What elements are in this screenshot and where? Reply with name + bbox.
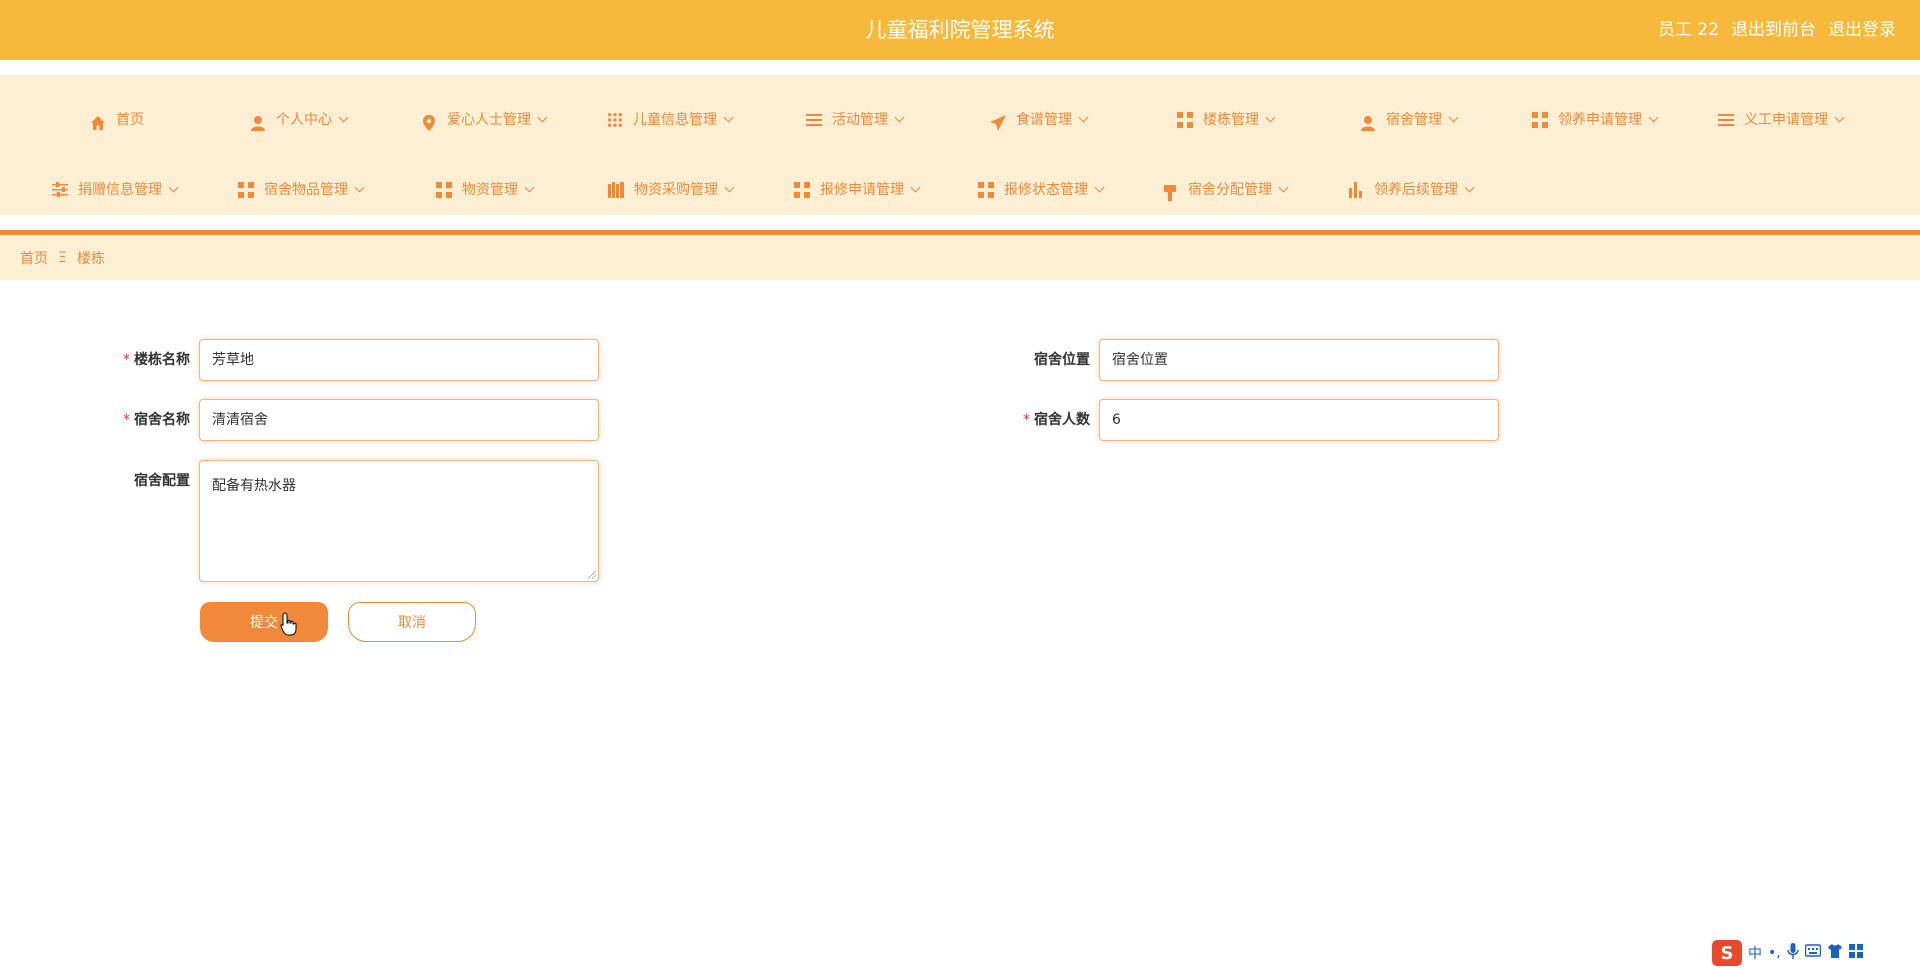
nav-item-adoption-followup[interactable]: 领养后续管理 bbox=[1348, 175, 1475, 205]
nav-item-donation-info[interactable]: 捐赠信息管理 bbox=[52, 175, 179, 205]
chevron-down-icon bbox=[1648, 112, 1659, 123]
sogou-logo-icon[interactable]: S bbox=[1712, 940, 1742, 966]
grid-icon bbox=[794, 182, 810, 198]
chevron-down-icon bbox=[724, 182, 735, 193]
bar-chart-icon bbox=[1348, 182, 1364, 198]
grid-icon bbox=[238, 182, 254, 198]
nav-item-personal-center[interactable]: 个人中心 bbox=[250, 105, 349, 135]
nav-item-volunteer-application[interactable]: 义工申请管理 bbox=[1718, 105, 1845, 135]
exit-to-front-link[interactable]: 退出到前台 bbox=[1731, 0, 1816, 60]
chevron-down-icon bbox=[1094, 182, 1105, 193]
dorm-capacity-input[interactable]: 6 bbox=[1099, 399, 1499, 441]
grid-icon bbox=[1532, 112, 1548, 128]
columns-icon bbox=[608, 182, 624, 198]
building-name-input[interactable]: 芳草地 bbox=[199, 339, 599, 381]
user-icon bbox=[1360, 112, 1376, 131]
nav-item-home[interactable]: 首页 bbox=[90, 105, 144, 135]
chevron-down-icon bbox=[338, 112, 349, 123]
send-icon bbox=[990, 112, 1006, 131]
dorm-capacity-label: * 宿舍人数 bbox=[1023, 412, 1090, 428]
resize-handle-icon[interactable] bbox=[588, 571, 596, 579]
nav-item-repair-application[interactable]: 报修申请管理 bbox=[794, 175, 921, 205]
hand-cursor-icon bbox=[280, 612, 298, 640]
chevron-down-icon bbox=[537, 112, 548, 123]
nav-item-supply-purchase[interactable]: 物资采购管理 bbox=[608, 175, 735, 205]
list-icon bbox=[1718, 112, 1734, 128]
ime-toolbar: S 中 •, bbox=[1712, 940, 1863, 966]
ime-mode[interactable]: 中 bbox=[1748, 943, 1762, 963]
dorm-name-input[interactable]: 清清宿舍 bbox=[199, 399, 599, 441]
nav-item-dorm-allocation[interactable]: 宿舍分配管理 bbox=[1162, 175, 1289, 205]
grid-icon bbox=[436, 182, 452, 198]
dorm-config-label: 宿舍配置 bbox=[134, 473, 190, 489]
building-name-label: * 楼栋名称 bbox=[123, 352, 190, 368]
sliders-icon bbox=[52, 182, 68, 198]
chevron-down-icon bbox=[168, 182, 179, 193]
chevron-down-icon bbox=[354, 182, 365, 193]
ime-punctuation[interactable]: •, bbox=[1768, 945, 1781, 961]
dorm-config-textarea[interactable]: 配备有热水器 bbox=[199, 460, 599, 582]
chevron-down-icon bbox=[1464, 182, 1475, 193]
app-title: 儿童福利院管理系统 bbox=[865, 18, 1055, 42]
top-header: 儿童福利院管理系统 员工 22 退出到前台 退出登录 bbox=[0, 0, 1920, 60]
nav-item-adoption-application[interactable]: 领养申请管理 bbox=[1532, 105, 1659, 135]
nav-item-supplies[interactable]: 物资管理 bbox=[436, 175, 535, 205]
chevron-down-icon bbox=[1278, 182, 1289, 193]
skin-shirt-icon[interactable] bbox=[1827, 944, 1843, 962]
header-actions: 员工 22 退出到前台 退出登录 bbox=[1658, 0, 1896, 60]
dorm-location-input[interactable]: 宿舍位置 bbox=[1099, 339, 1499, 381]
nav-item-donor-management[interactable]: 爱心人士管理 bbox=[421, 105, 548, 135]
grid-dots-icon bbox=[607, 112, 623, 128]
nav-item-recipe-management[interactable]: 食谱管理 bbox=[990, 105, 1089, 135]
chevron-down-icon bbox=[910, 182, 921, 193]
grid-icon bbox=[978, 182, 994, 198]
current-user: 员工 22 bbox=[1657, 20, 1719, 40]
main-nav: 首页 个人中心 爱心人士管理 儿童信息管理 活动管理 食谱管理 楼栋管理 宿舍管… bbox=[0, 75, 1920, 215]
toolbox-grid-icon[interactable] bbox=[1848, 944, 1863, 962]
nav-item-repair-status[interactable]: 报修状态管理 bbox=[978, 175, 1105, 205]
breadcrumb-separator: Ξ bbox=[58, 249, 67, 266]
chevron-down-icon bbox=[1265, 112, 1276, 123]
nav-item-building-management[interactable]: 楼栋管理 bbox=[1177, 105, 1276, 135]
chevron-down-icon bbox=[524, 182, 535, 193]
nav-item-children-info[interactable]: 儿童信息管理 bbox=[607, 105, 734, 135]
breadcrumb: 首页 Ξ 楼栋 bbox=[0, 235, 1920, 280]
chevron-down-icon bbox=[894, 112, 905, 123]
logout-link[interactable]: 退出登录 bbox=[1828, 0, 1896, 60]
nav-item-dorm-management[interactable]: 宿舍管理 bbox=[1360, 105, 1459, 135]
list-icon bbox=[806, 112, 822, 128]
nav-item-dorm-items[interactable]: 宿舍物品管理 bbox=[238, 175, 365, 205]
chevron-down-icon bbox=[1834, 112, 1845, 123]
location-icon bbox=[421, 112, 437, 131]
chevron-down-icon bbox=[1448, 112, 1459, 123]
keyboard-icon[interactable] bbox=[1804, 944, 1821, 962]
chevron-down-icon bbox=[723, 112, 734, 123]
breadcrumb-current: 楼栋 bbox=[76, 250, 105, 267]
user-icon bbox=[250, 112, 266, 131]
brush-icon bbox=[1162, 182, 1178, 201]
dorm-name-label: * 宿舍名称 bbox=[123, 412, 190, 428]
cancel-button[interactable]: 取消 bbox=[348, 602, 476, 642]
submit-button[interactable]: 提交 bbox=[200, 602, 328, 642]
nav-item-activity-management[interactable]: 活动管理 bbox=[806, 105, 905, 135]
grid-icon bbox=[1177, 112, 1193, 128]
home-icon bbox=[90, 112, 106, 130]
microphone-icon[interactable] bbox=[1786, 943, 1799, 963]
breadcrumb-home[interactable]: 首页 bbox=[20, 248, 48, 268]
chevron-down-icon bbox=[1078, 112, 1089, 123]
dorm-location-label: 宿舍位置 bbox=[1034, 352, 1090, 368]
